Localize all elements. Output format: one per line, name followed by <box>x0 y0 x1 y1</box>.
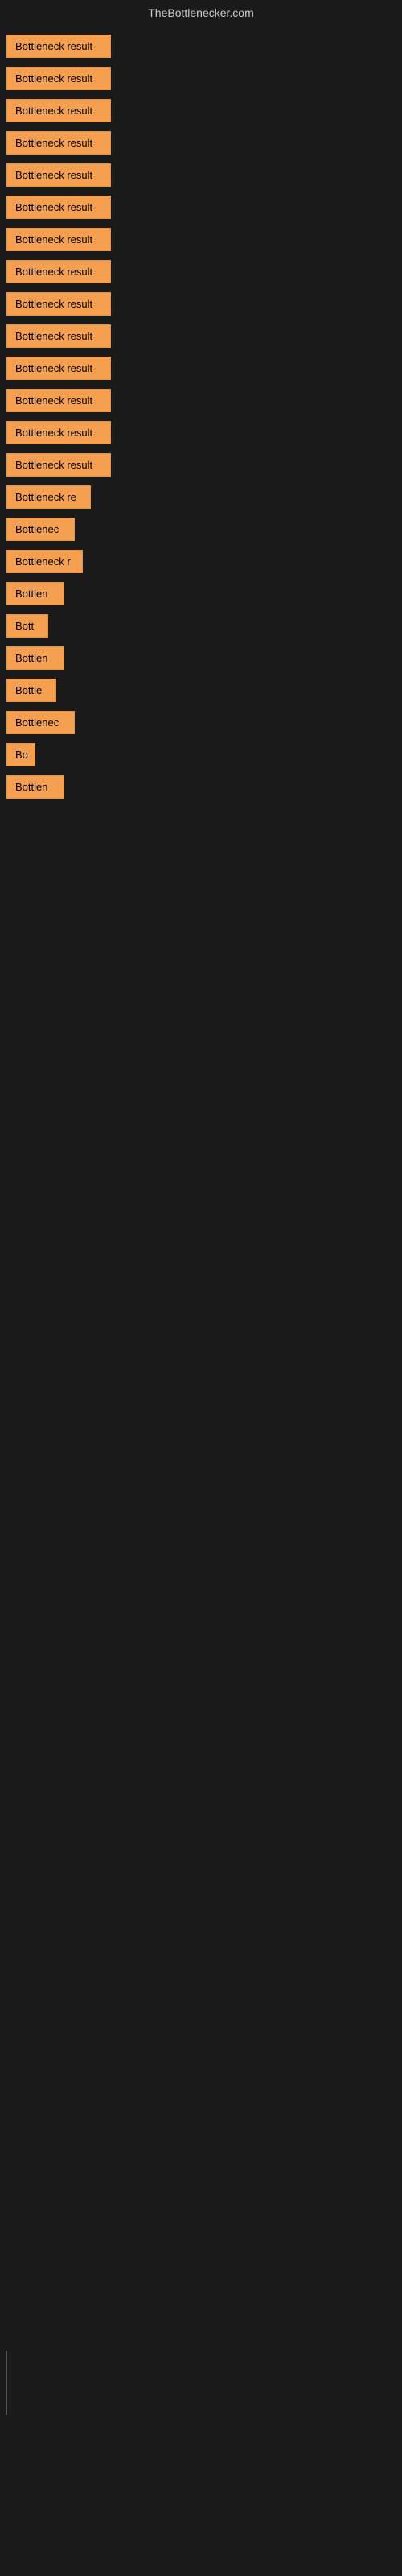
list-item: Bottleneck result <box>0 320 402 351</box>
list-item: Bottleneck result <box>0 449 402 480</box>
list-item: Bottleneck result <box>0 192 402 222</box>
bottleneck-result-badge[interactable]: Bottleneck result <box>6 196 111 219</box>
list-item: Bottleneck result <box>0 385 402 415</box>
list-item: Bott <box>0 610 402 641</box>
bottleneck-result-badge[interactable]: Bott <box>6 614 48 638</box>
bottleneck-result-badge[interactable]: Bottlen <box>6 646 64 670</box>
bottleneck-result-badge[interactable]: Bottleneck result <box>6 35 111 58</box>
bottleneck-result-badge[interactable]: Bottleneck result <box>6 324 111 348</box>
list-item: Bottle <box>0 675 402 705</box>
list-item: Bottleneck result <box>0 95 402 126</box>
list-item: Bottleneck r <box>0 546 402 576</box>
list-item: Bottleneck result <box>0 31 402 61</box>
list-item: Bottleneck result <box>0 63 402 93</box>
bottleneck-result-badge[interactable]: Bottlenec <box>6 711 75 734</box>
list-item: Bottlenec <box>0 514 402 544</box>
list-item: Bottlen <box>0 771 402 802</box>
site-title-text: TheBottlenecker.com <box>148 6 254 19</box>
bottleneck-result-badge[interactable]: Bottleneck result <box>6 389 111 412</box>
site-title: TheBottlenecker.com <box>0 0 402 26</box>
bottleneck-result-badge[interactable]: Bottleneck re <box>6 485 91 509</box>
bottleneck-result-badge[interactable]: Bottleneck result <box>6 99 111 122</box>
bottleneck-result-badge[interactable]: Bottleneck result <box>6 421 111 444</box>
items-container: Bottleneck result Bottleneck result Bottle… <box>0 26 402 807</box>
list-item: Bottleneck result <box>0 256 402 287</box>
list-item: Bottleneck result <box>0 127 402 158</box>
list-item: Bo <box>0 739 402 770</box>
bottleneck-result-badge[interactable]: Bottleneck result <box>6 131 111 155</box>
bottleneck-result-badge[interactable]: Bottlen <box>6 582 64 605</box>
list-item: Bottlenec <box>0 707 402 737</box>
bottleneck-result-badge[interactable]: Bottleneck result <box>6 453 111 477</box>
list-item: Bottleneck result <box>0 353 402 383</box>
bottleneck-result-badge[interactable]: Bottleneck result <box>6 228 111 251</box>
bottleneck-result-badge[interactable]: Bottlenec <box>6 518 75 541</box>
bottleneck-result-badge[interactable]: Bottleneck result <box>6 163 111 187</box>
list-item: Bottlen <box>0 642 402 673</box>
bottleneck-result-badge[interactable]: Bottleneck result <box>6 292 111 316</box>
list-item: Bottleneck re <box>0 481 402 512</box>
list-item: Bottleneck result <box>0 159 402 190</box>
bottleneck-result-badge[interactable]: Bottleneck result <box>6 357 111 380</box>
bottleneck-result-badge[interactable]: Bottleneck result <box>6 260 111 283</box>
list-item: Bottleneck result <box>0 224 402 254</box>
bottleneck-result-badge[interactable]: Bottlen <box>6 775 64 799</box>
bottleneck-result-badge[interactable]: Bottleneck result <box>6 67 111 90</box>
list-item: Bottleneck result <box>0 417 402 448</box>
bottleneck-result-badge[interactable]: Bo <box>6 743 35 766</box>
list-item: Bottlen <box>0 578 402 609</box>
vertical-line-decoration <box>6 2351 7 2415</box>
bottleneck-result-badge[interactable]: Bottleneck r <box>6 550 83 573</box>
list-item: Bottleneck result <box>0 288 402 319</box>
bottleneck-result-badge[interactable]: Bottle <box>6 679 56 702</box>
